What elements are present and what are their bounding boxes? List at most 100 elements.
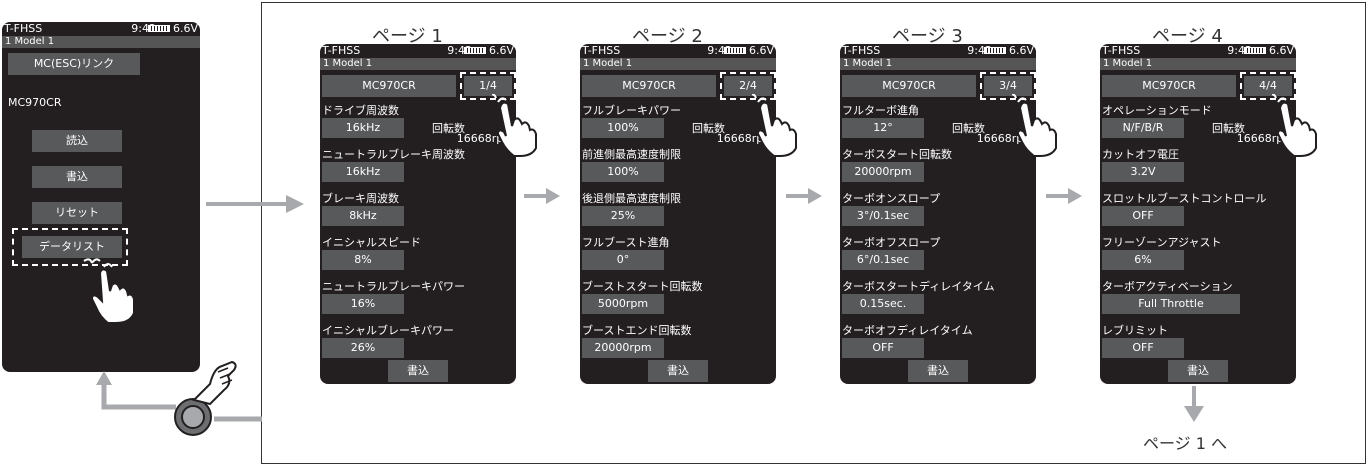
setting-value-button[interactable]: 0°	[582, 250, 664, 270]
model-name: 1 Model 1	[1100, 58, 1296, 70]
setting-label: フルブースト進角	[582, 236, 670, 249]
voltage: 6.6V	[1268, 44, 1294, 57]
voltage: 6.6V	[748, 44, 774, 57]
esc-name-button[interactable]: MC970CR	[842, 75, 976, 97]
esc-name: MC970CR	[8, 96, 62, 109]
status-bar: T-FHSS 9:42 6.6V	[580, 44, 776, 58]
model-name: 1 Model 1	[320, 58, 516, 70]
setting-value-button[interactable]: N/F/B/R	[1102, 118, 1184, 138]
setting-value-button[interactable]: 12°	[842, 118, 924, 138]
setting-value-button[interactable]: 6%	[1102, 250, 1184, 270]
model-name: 1 Model 1	[2, 36, 200, 48]
status-bar: T-FHSS 9:42 6.6V	[1100, 44, 1296, 58]
esc-link-button[interactable]: MC(ESC)リンク	[8, 53, 140, 75]
write-button[interactable]: 書込	[648, 360, 708, 382]
status-bar: T-FHSS 9:42 6.6V	[320, 44, 516, 58]
voltage: 6.6V	[488, 44, 514, 57]
tap-hand-icon	[492, 94, 537, 157]
setting-value-button[interactable]: 100%	[582, 118, 664, 138]
tap-hand-icon	[752, 94, 797, 157]
setting-label: ターボスタートディレイタイム	[842, 280, 995, 293]
setting-value-button[interactable]: 3°/0.1sec	[842, 206, 924, 226]
write-button[interactable]: 書込	[32, 166, 122, 188]
system-label: T-FHSS	[4, 22, 43, 35]
setting-label: イニシャルスピード	[322, 236, 421, 249]
setting-label: レブリミット	[1102, 324, 1168, 337]
tap-hand-icon	[83, 258, 135, 324]
setting-value-button[interactable]: OFF	[1102, 338, 1184, 358]
model-name: 1 Model 1	[580, 58, 776, 70]
esc-name-button[interactable]: MC970CR	[1102, 75, 1236, 97]
battery-icon	[464, 47, 486, 54]
setting-value-button[interactable]: 6°/0.1sec	[842, 250, 924, 270]
battery-icon	[148, 25, 170, 32]
setting-value-button[interactable]: 3.2V	[1102, 162, 1184, 182]
setting-label: ターボアクティベーション	[1102, 280, 1233, 293]
write-button[interactable]: 書込	[908, 360, 968, 382]
setting-label: ターボオフスロープ	[842, 236, 941, 249]
setting-value-button[interactable]: 20000rpm	[582, 338, 664, 358]
setting-label: 後退側最高速度制限	[582, 192, 681, 205]
setting-label: ドライブ周波数	[322, 104, 399, 117]
arrow-to-pages	[206, 195, 304, 213]
setting-label: ブレーキ周波数	[322, 192, 399, 205]
battery-icon	[724, 47, 746, 54]
arrow-page1-2	[524, 188, 560, 204]
setting-label: スロットルブーストコントロール	[1102, 192, 1267, 205]
setting-label: ブーストスタート回転数	[582, 280, 703, 293]
esc-data-page-1: T-FHSS 9:42 6.6V 1 Model 1 MC970CR 1/4 回…	[320, 44, 516, 384]
setting-value-button[interactable]: 8kHz	[322, 206, 404, 226]
setting-label: オペレーションモード	[1102, 104, 1212, 117]
setting-label: ターボスタート回転数	[842, 148, 952, 161]
setting-value-button[interactable]: 25%	[582, 206, 664, 226]
setting-value-button[interactable]: 20000rpm	[842, 162, 924, 182]
esc-name-button[interactable]: MC970CR	[582, 75, 716, 97]
setting-value-button[interactable]: 100%	[582, 162, 664, 182]
reset-button[interactable]: リセット	[32, 202, 122, 224]
setting-value-button[interactable]: 16%	[322, 294, 404, 314]
esc-data-page-2: T-FHSS 9:42 6.6V 1 Model 1 MC970CR 2/4 回…	[580, 44, 776, 384]
setting-label: イニシャルブレーキパワー	[322, 324, 454, 337]
arrow-page3-4	[1046, 188, 1082, 204]
setting-value-button[interactable]: 16kHz	[322, 162, 404, 182]
setting-label: ニュートラルブレーキ周波数	[322, 148, 465, 161]
voltage: 6.6V	[172, 22, 198, 35]
arrow-page2-3	[786, 188, 822, 204]
setting-label: ブーストエンド回転数	[582, 324, 692, 337]
setting-label: 前進側最高速度制限	[582, 148, 681, 161]
setting-label: フルターボ進角	[842, 104, 919, 117]
setting-label: フルブレーキパワー	[582, 104, 681, 117]
setting-value-button[interactable]: 5000rpm	[582, 294, 664, 314]
battery-icon	[984, 47, 1006, 54]
esc-data-page-4: T-FHSS 9:42 6.6V 1 Model 1 MC970CR 4/4 回…	[1100, 44, 1296, 384]
read-button[interactable]: 読込	[32, 130, 122, 152]
system-label: T-FHSS	[842, 44, 881, 57]
setting-value-button[interactable]: 0.15sec.	[842, 294, 924, 314]
setting-value-button[interactable]: Full Throttle	[1102, 294, 1240, 314]
setting-value-button[interactable]: OFF	[1102, 206, 1184, 226]
setting-value-button[interactable]: 16kHz	[322, 118, 404, 138]
setting-label: ターボオフディレイタイム	[842, 324, 973, 337]
arrow-back-to-page1	[1184, 386, 1204, 422]
write-button[interactable]: 書込	[388, 360, 448, 382]
tap-hand-icon	[1012, 94, 1057, 157]
status-bar: T-FHSS 9:42 6.6V	[840, 44, 1036, 58]
voltage: 6.6V	[1008, 44, 1034, 57]
system-label: T-FHSS	[322, 44, 361, 57]
system-label: T-FHSS	[582, 44, 621, 57]
setting-value-button[interactable]: 8%	[322, 250, 404, 270]
setting-label: ターボオンスロープ	[842, 192, 941, 205]
status-bar: T-FHSS 9:42 6.6V	[2, 22, 200, 36]
setting-value-button[interactable]: OFF	[842, 338, 924, 358]
tap-hand-icon	[1272, 94, 1317, 157]
setting-label: カットオフ電圧	[1102, 148, 1179, 161]
write-button[interactable]: 書込	[1168, 360, 1228, 382]
system-label: T-FHSS	[1102, 44, 1141, 57]
battery-icon	[1244, 47, 1266, 54]
setting-label: ニュートラルブレーキパワー	[322, 280, 465, 293]
setting-label: フリーゾーンアジャスト	[1102, 236, 1222, 249]
esc-name-button[interactable]: MC970CR	[322, 75, 456, 97]
setting-value-button[interactable]: 26%	[322, 338, 404, 358]
esc-data-page-3: T-FHSS 9:42 6.6V 1 Model 1 MC970CR 3/4 回…	[840, 44, 1036, 384]
back-to-page1-label: ページ 1 へ	[1143, 434, 1228, 453]
